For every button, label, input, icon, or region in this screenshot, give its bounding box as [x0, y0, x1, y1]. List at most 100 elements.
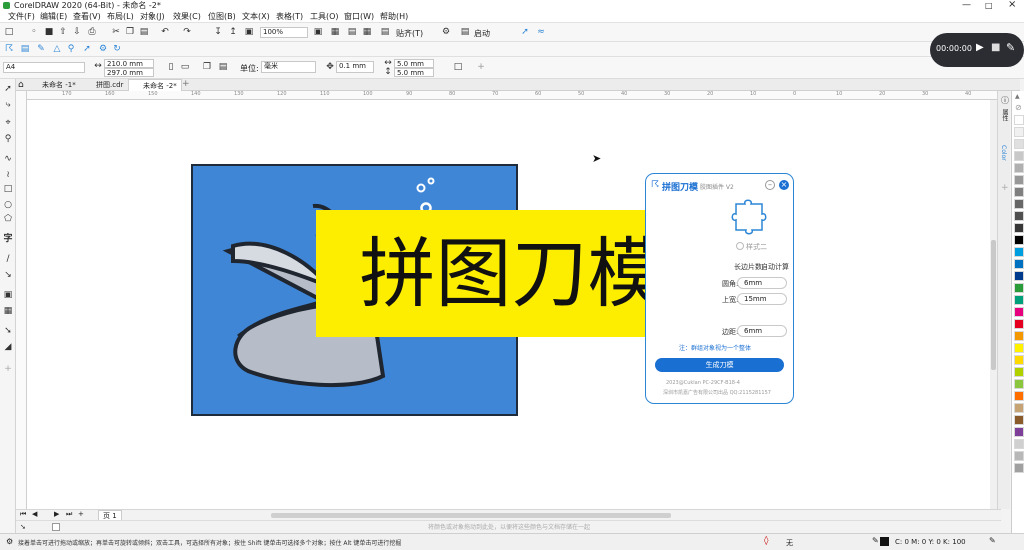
- plugin-logo-icon[interactable]: ☈: [4, 44, 14, 54]
- vertical-ruler[interactable]: [16, 91, 27, 509]
- snap-icon[interactable]: ▤: [380, 27, 390, 37]
- docker-tab-color[interactable]: Color: [1000, 145, 1007, 161]
- portrait-icon[interactable]: ▯: [166, 62, 176, 72]
- horizontal-scroll-thumb[interactable]: [271, 513, 671, 518]
- home-icon[interactable]: ⌂: [18, 80, 24, 90]
- horizontal-ruler[interactable]: 170 160 150 140 130 120 110 100 90 80 70…: [27, 91, 997, 100]
- puzzle-style2-icon[interactable]: [730, 196, 770, 236]
- docker-tab-properties[interactable]: 属性: [1000, 109, 1009, 121]
- triangle-icon[interactable]: △: [52, 44, 62, 54]
- palette-eyedropper-icon[interactable]: ➘: [20, 523, 26, 531]
- copy-icon[interactable]: ❐: [125, 27, 135, 37]
- crop-tool-icon[interactable]: ⌖: [2, 117, 14, 129]
- menu-window[interactable]: 窗口(W): [344, 11, 374, 23]
- interactive-fill-icon[interactable]: ◢: [2, 341, 14, 353]
- tab-document-puzzle[interactable]: 拼图.cdr: [82, 79, 127, 91]
- pointer-icon[interactable]: ➚: [520, 27, 530, 37]
- page-width-input[interactable]: 210.0 mm: [104, 59, 154, 68]
- menu-effects[interactable]: 效果(C): [173, 11, 201, 23]
- zoom-icon[interactable]: ⚲: [66, 44, 76, 54]
- play-icon[interactable]: ▶: [976, 42, 984, 53]
- cloud-upload-icon[interactable]: ⇧: [58, 27, 68, 37]
- outline-edit-icon[interactable]: ✎: [989, 536, 996, 545]
- pick-tool-icon[interactable]: ➚: [2, 83, 14, 95]
- page-frame-icon[interactable]: □: [453, 62, 463, 72]
- new-tab-icon[interactable]: +: [182, 79, 190, 89]
- add-icon[interactable]: +: [476, 62, 486, 72]
- color-swatch[interactable]: [1014, 295, 1024, 305]
- export-icon[interactable]: ↥: [228, 27, 238, 37]
- current-page-icon[interactable]: ▤: [218, 62, 228, 72]
- menu-file[interactable]: 文件(F): [8, 11, 35, 23]
- color-swatch[interactable]: [1014, 283, 1024, 293]
- tab-document-2[interactable]: 未命名 -2*: [128, 79, 182, 91]
- drop-shadow-icon[interactable]: ▣: [2, 289, 14, 301]
- full-screen-icon[interactable]: ▦: [330, 27, 340, 37]
- color-swatch[interactable]: [1014, 259, 1024, 269]
- transparency-tool-icon[interactable]: ▦: [2, 305, 14, 317]
- units-select[interactable]: 毫米: [261, 61, 316, 73]
- text-tool-icon[interactable]: 字: [2, 233, 14, 245]
- select-icon[interactable]: ➚: [82, 44, 92, 54]
- color-swatch[interactable]: [1014, 223, 1024, 233]
- new-document-icon[interactable]: □: [4, 27, 14, 37]
- color-swatch[interactable]: [1014, 415, 1024, 425]
- color-swatch[interactable]: [1014, 403, 1024, 413]
- open-icon[interactable]: ◦: [29, 27, 39, 37]
- vertical-scroll-thumb[interactable]: [991, 240, 996, 370]
- add-page-icon[interactable]: +: [78, 510, 84, 518]
- add-docker-icon[interactable]: +: [1001, 183, 1009, 193]
- page-size-select[interactable]: A4: [3, 62, 85, 73]
- color-swatch[interactable]: [1014, 139, 1024, 149]
- color-swatch[interactable]: [1014, 367, 1024, 377]
- color-swatch[interactable]: [1014, 355, 1024, 365]
- outline-pen-icon[interactable]: ✎: [872, 536, 879, 545]
- color-swatch[interactable]: [1014, 427, 1024, 437]
- save-icon[interactable]: ■: [44, 27, 54, 37]
- snap-to-dropdown[interactable]: 贴齐(T): [396, 28, 423, 39]
- zoom-fit-icon[interactable]: ▣: [313, 27, 323, 37]
- close-button[interactable]: ×: [1008, 0, 1016, 10]
- duplicate-y-input[interactable]: 5.0 mm: [394, 68, 434, 77]
- color-swatch[interactable]: [1014, 307, 1024, 317]
- launch-dropdown[interactable]: 启动: [474, 28, 490, 39]
- publish-pdf-icon[interactable]: ▣: [244, 27, 254, 37]
- freehand-tool-icon[interactable]: ∿: [2, 153, 14, 165]
- prev-page-icon[interactable]: ◀: [32, 510, 37, 518]
- print-icon[interactable]: ⎙: [87, 27, 97, 37]
- menu-edit[interactable]: 编辑(E): [40, 11, 67, 23]
- rulers-icon[interactable]: ▤: [347, 27, 357, 37]
- paste-icon[interactable]: ▤: [139, 27, 149, 37]
- no-color-icon[interactable]: ⊘: [1015, 103, 1022, 112]
- tab-document-1[interactable]: 未命名 -1*: [28, 79, 80, 91]
- color-swatch[interactable]: [1014, 127, 1024, 137]
- align-icon[interactable]: ▤: [20, 44, 30, 54]
- status-gear-icon[interactable]: ⚙: [6, 537, 13, 546]
- parallel-dimension-icon[interactable]: ∕: [2, 253, 14, 265]
- zoom-level-input[interactable]: 100%: [260, 27, 308, 38]
- undo-icon[interactable]: ↶: [160, 27, 170, 37]
- landscape-icon[interactable]: ▭: [180, 62, 190, 72]
- launch-icon[interactable]: ▤: [460, 27, 470, 37]
- eyedropper-icon[interactable]: ➘: [2, 325, 14, 337]
- color-swatch[interactable]: [1014, 199, 1024, 209]
- menu-tools[interactable]: 工具(O): [310, 11, 339, 23]
- color-swatch[interactable]: [1014, 247, 1024, 257]
- color-swatch[interactable]: [1014, 187, 1024, 197]
- color-swatch[interactable]: [1014, 235, 1024, 245]
- page-height-input[interactable]: 297.0 mm: [104, 68, 154, 77]
- color-swatch[interactable]: [1014, 331, 1024, 341]
- all-pages-icon[interactable]: ❐: [202, 62, 212, 72]
- next-page-icon[interactable]: ▶: [54, 510, 59, 518]
- color-swatch[interactable]: [1014, 379, 1024, 389]
- polygon-tool-icon[interactable]: ⬠: [2, 213, 14, 225]
- outline-color-swatch[interactable]: [880, 537, 889, 546]
- color-swatch[interactable]: [1014, 151, 1024, 161]
- zoom-tool-icon[interactable]: ⚲: [2, 133, 14, 145]
- vertical-scrollbar[interactable]: [990, 100, 997, 509]
- artistic-media-icon[interactable]: ≀: [2, 169, 14, 181]
- color-swatch[interactable]: [1014, 439, 1024, 449]
- refresh-icon[interactable]: ↻: [112, 44, 122, 54]
- nudge-distance-input[interactable]: 0.1 mm: [336, 61, 374, 73]
- margin-input[interactable]: 6mm: [737, 325, 787, 337]
